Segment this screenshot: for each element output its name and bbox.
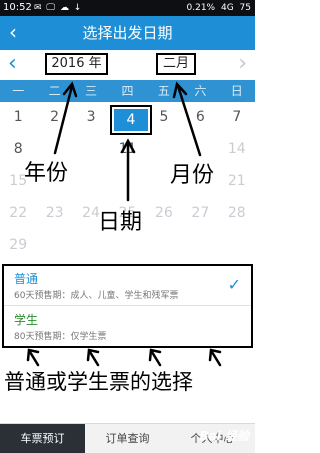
ticket-arrow [88,350,100,367]
ticket-name: 学生 [14,313,39,327]
ticket-type-list: 普通 60天预售期：成人、儿童、学生和残军票 ✓ 学生 80天预售期：仅学生票 [2,264,253,348]
annotation-ticket-choice: 普通或学生票的选择 [4,370,193,394]
tab-order-query[interactable]: 订单查询 [85,424,170,453]
ticket-arrow [150,350,162,367]
ticket-description: 80天预售期：仅学生票 [14,332,107,342]
annotation-day: 日期 [98,210,143,235]
year-arrow [53,84,74,155]
checkmark-icon: ✓ [227,275,241,294]
ticket-option-regular[interactable]: 普通 60天预售期：成人、儿童、学生和残军票 ✓ [4,266,251,306]
ticket-description: 60天预售期：成人、儿童、学生和残军票 [14,291,179,301]
month-arrow [176,84,202,157]
ticket-arrow [210,350,222,367]
annotation-year: 年份 [24,161,69,186]
watermark-logo: Bai 经验 [199,429,249,443]
ticket-option-student[interactable]: 学生 80天预售期：仅学生票 [4,307,251,347]
tab-ticket-booking[interactable]: 车票预订 [0,424,85,453]
ticket-name: 普通 [14,272,39,286]
ticket-arrow [28,350,40,367]
annotation-month: 月份 [170,163,215,188]
